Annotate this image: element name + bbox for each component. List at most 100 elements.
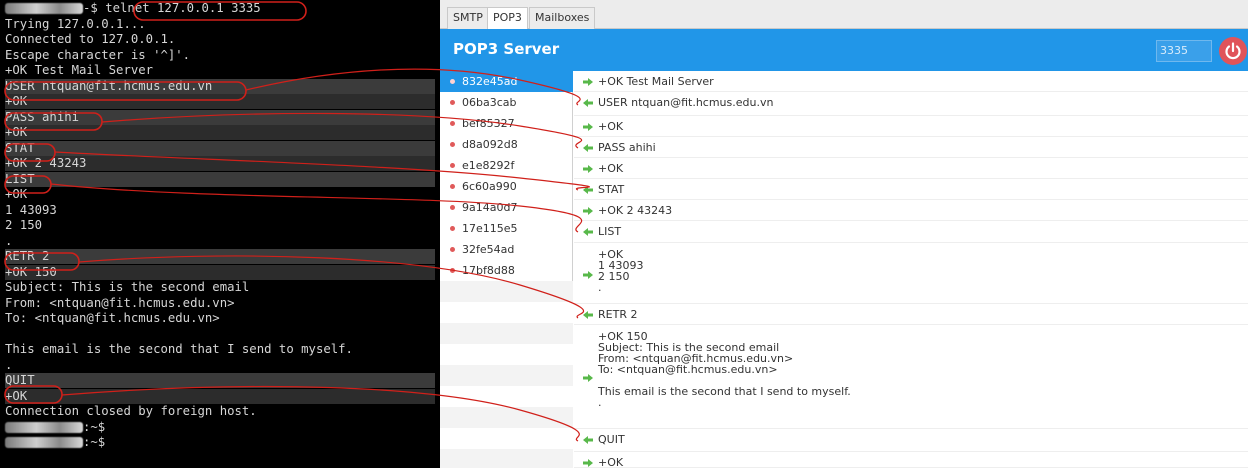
terminal-line-text: 2 150 [5, 218, 43, 232]
session-empty-row [440, 344, 573, 365]
status-dot-icon [450, 162, 455, 168]
status-dot-icon [450, 267, 455, 273]
tab-mailboxes[interactable]: Mailboxes [529, 7, 596, 29]
terminal-line-text: USER ntquan@fit.hcmus.edu.vn [5, 78, 213, 93]
terminal-line: :~$ [5, 420, 105, 435]
session-item[interactable]: e1e8292f [440, 155, 573, 176]
session-id: 17e115e5 [462, 222, 518, 235]
terminal-line-text: 1 43093 [5, 202, 57, 217]
status-dot-icon [450, 183, 455, 189]
arrow-right-icon [583, 165, 593, 173]
message-log: +OK Test Mail Server USER ntquan@fit.hcmu… [574, 71, 1248, 468]
message-text: STAT [598, 183, 625, 196]
terminal-line: +OK [5, 94, 435, 109]
session-item[interactable]: 9a14a0d7 [440, 197, 573, 218]
status-dot-icon [450, 120, 455, 126]
terminal-line: +OK 150 [5, 264, 435, 280]
server-response: +OK Test Mail Server [574, 71, 1248, 92]
message-text: +OK [598, 120, 624, 133]
client-command: PASS ahihi [574, 137, 1248, 158]
arrow-right-icon [583, 374, 593, 382]
terminal-line-text: Connection closed by foreign host. [5, 404, 257, 418]
terminal-line: LIST [5, 171, 435, 187]
session-item[interactable]: 32fe54ad [440, 239, 573, 260]
port-input[interactable]: 3335 [1156, 40, 1212, 62]
session-empty-row [440, 365, 573, 386]
session-id: e1e8292f [462, 159, 515, 172]
terminal-line: RETR 2 [5, 249, 435, 264]
terminal-line-text: LIST [5, 171, 35, 186]
client-command: USER ntquan@fit.hcmus.edu.vn [574, 92, 1248, 116]
tab-pop3[interactable]: POP3 [487, 7, 528, 30]
session-item[interactable]: 832e45ad [440, 71, 573, 92]
terminal-line: To: <ntquan@fit.hcmus.edu.vn> [5, 311, 220, 326]
session-empty-row [440, 449, 573, 468]
terminal-line: From: <ntquan@fit.hcmus.edu.vn> [5, 296, 235, 311]
terminal-line: Subject: This is the second email [5, 280, 249, 295]
terminal-line-text: This email is the second that I send to … [5, 342, 353, 356]
terminal-line: :~$ [5, 435, 105, 450]
status-dot-icon [450, 141, 455, 147]
session-id: 9a14a0d7 [462, 201, 518, 214]
terminal-line: . [5, 358, 12, 373]
session-empty-row [440, 428, 573, 449]
session-item[interactable]: 17bf8d88 [440, 260, 573, 281]
session-item[interactable]: 17e115e5 [440, 218, 573, 239]
client-command: RETR 2 [574, 304, 1248, 325]
terminal-line-text: +OK 150 [5, 264, 57, 279]
terminal-line: USER ntquan@fit.hcmus.edu.vn [5, 78, 435, 94]
session-list: 832e45ad 06ba3cab bef85327 d8a092d8 e1e8292f… [440, 71, 573, 468]
page-title: POP3 Server [453, 40, 560, 58]
server-response: +OK 1 43093 2 150 . [574, 243, 1248, 304]
message-text: +OK Test Mail Server [598, 75, 714, 88]
terminal-line-text: Trying 127.0.0.1... [5, 16, 146, 31]
session-id: 17bf8d88 [462, 264, 515, 277]
session-empty-row [440, 386, 573, 407]
message-text: PASS ahihi [598, 141, 656, 154]
session-item[interactable]: 6c60a990 [440, 176, 573, 197]
arrow-right-icon [583, 78, 593, 86]
terminal-line-text: +OK [5, 187, 28, 201]
terminal-line: . [5, 234, 12, 249]
arrow-right-icon [583, 123, 593, 131]
message-text: +OK 1 43093 2 150 . [598, 248, 644, 294]
terminal-line-text: QUIT [5, 373, 35, 387]
terminal-line-text: Subject: This is the second email [5, 280, 250, 294]
session-id: 6c60a990 [462, 180, 517, 193]
terminal-line-text: STAT [5, 140, 35, 155]
terminal-line-text: +OK Test Mail Server [5, 63, 154, 77]
arrow-right-icon [583, 459, 593, 467]
session-item[interactable]: 06ba3cab [440, 92, 573, 113]
terminal-line: Connected to 127.0.0.1. [5, 32, 175, 47]
terminal-line: 1 43093 [5, 203, 57, 218]
terminal-line-text: From: <ntquan@fit.hcmus.edu.vn> [5, 295, 235, 310]
arrow-left-icon [583, 436, 593, 444]
session-empty-row [440, 323, 573, 344]
terminal-line: +OK [5, 388, 435, 404]
message-text: +OK 2 43243 [598, 204, 673, 217]
tab-smtp[interactable]: SMTP [447, 7, 489, 29]
redacted-username [5, 437, 83, 448]
terminal-line-text: . [5, 357, 13, 372]
session-item[interactable]: d8a092d8 [440, 134, 573, 155]
server-response: +OK [574, 452, 1248, 468]
terminal-line-text: Escape character is '^]'. [5, 47, 191, 62]
terminal-line-text: :~$ [83, 419, 106, 434]
app-header: POP3 Server 3335 [440, 29, 1248, 71]
status-dot-icon [450, 99, 455, 105]
terminal-line: -$ telnet 127.0.0.1 3335 [5, 1, 261, 16]
terminal-line: +OK [5, 187, 27, 202]
status-dot-icon [450, 204, 455, 210]
power-button[interactable] [1219, 37, 1247, 65]
client-command: LIST [574, 221, 1248, 243]
terminal-line-text: +OK [5, 388, 28, 403]
terminal-line-text: +OK [5, 94, 28, 108]
terminal-line: This email is the second that I send to … [5, 342, 353, 357]
terminal-window[interactable]: -$ telnet 127.0.0.1 3335 Trying 127.0.0.1… [0, 0, 440, 468]
power-icon [1225, 42, 1241, 60]
terminal-line: PASS ahihi [5, 109, 435, 125]
session-item[interactable]: bef85327 [440, 113, 573, 134]
tab-bar: SMTP POP3 Mailboxes [440, 0, 1248, 30]
client-command: STAT [574, 179, 1248, 200]
message-text: LIST [598, 225, 622, 238]
